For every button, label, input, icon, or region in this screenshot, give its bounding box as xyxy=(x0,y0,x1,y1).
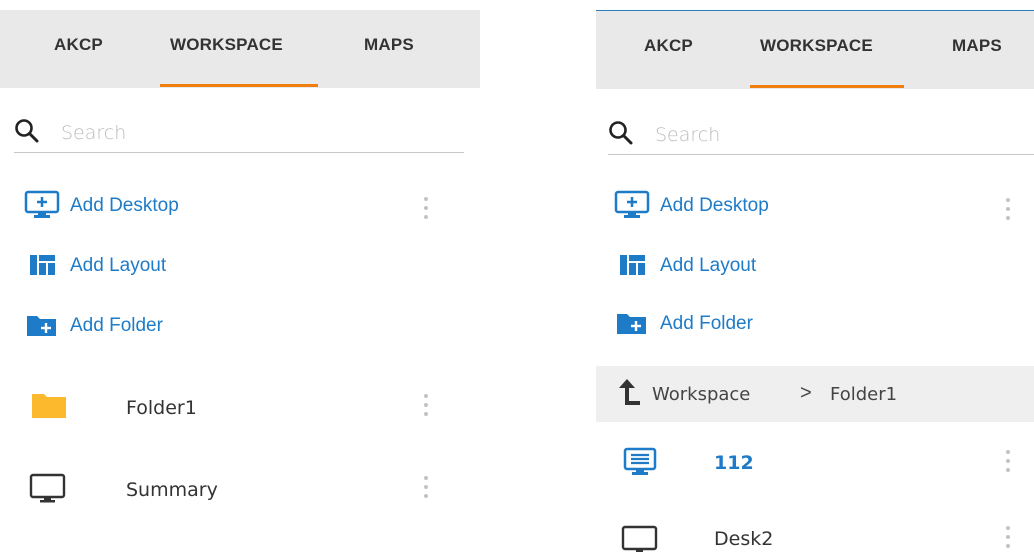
add-folder-icon xyxy=(617,314,646,334)
add-desktop-label: Add Desktop xyxy=(70,195,179,216)
breadcrumb-separator: > xyxy=(800,382,812,404)
tab-bar: AKCP WORKSPACE MAPS xyxy=(596,10,1034,89)
search-bar[interactable]: Search xyxy=(608,110,1034,155)
search-icon xyxy=(609,121,633,145)
search-input[interactable]: Search xyxy=(61,122,126,144)
list-item-desktop[interactable]: Summary xyxy=(0,464,480,514)
active-tab-indicator xyxy=(750,85,904,88)
tab-maps[interactable]: MAPS xyxy=(952,36,1002,56)
monitor-icon xyxy=(29,473,66,503)
add-folder-icon xyxy=(27,316,56,336)
list-item-desktop[interactable]: Desk2 xyxy=(596,514,1034,552)
add-folder-label: Add Folder xyxy=(70,315,163,336)
more-options-icon[interactable] xyxy=(1004,450,1012,476)
desktop-list-icon xyxy=(623,447,657,475)
tab-maps[interactable]: MAPS xyxy=(364,35,414,55)
workspace-panel-right: AKCP WORKSPACE MAPS Search Add Desktop A… xyxy=(596,0,1034,552)
list-item-desktop-selected[interactable]: 112 xyxy=(596,438,1034,488)
list-item-label: 112 xyxy=(714,452,754,474)
add-folder-button[interactable]: Add Folder xyxy=(614,308,914,340)
more-options-icon[interactable] xyxy=(422,394,430,420)
list-item-label: Folder1 xyxy=(126,397,197,419)
more-options-icon[interactable] xyxy=(422,476,430,502)
breadcrumb: Workspace > Folder1 xyxy=(596,366,1034,422)
more-options-icon[interactable] xyxy=(1004,526,1012,552)
add-desktop-icon xyxy=(24,190,60,218)
tab-akcp[interactable]: AKCP xyxy=(644,36,693,56)
tab-bar: AKCP WORKSPACE MAPS xyxy=(0,10,480,88)
add-layout-label: Add Layout xyxy=(660,255,757,276)
level-up-icon[interactable] xyxy=(616,377,644,411)
list-item-label: Summary xyxy=(126,479,218,501)
layout-icon xyxy=(30,255,55,275)
search-input[interactable]: Search xyxy=(655,124,720,146)
add-layout-button[interactable]: Add Layout xyxy=(24,250,324,282)
more-options-icon[interactable] xyxy=(1004,198,1012,224)
tab-akcp[interactable]: AKCP xyxy=(54,35,103,55)
search-icon xyxy=(15,119,39,143)
list-item-label: Desk2 xyxy=(714,528,774,550)
add-desktop-button[interactable]: Add Desktop xyxy=(614,190,914,222)
add-desktop-button[interactable]: Add Desktop xyxy=(24,190,324,222)
tab-workspace[interactable]: WORKSPACE xyxy=(170,35,283,55)
list-item-folder[interactable]: Folder1 xyxy=(0,382,480,432)
monitor-icon xyxy=(621,525,658,552)
search-bar[interactable]: Search xyxy=(14,108,464,153)
tab-workspace[interactable]: WORKSPACE xyxy=(760,36,873,56)
more-options-icon[interactable] xyxy=(422,197,430,223)
breadcrumb-current: Folder1 xyxy=(830,384,898,405)
workspace-panel-left: AKCP WORKSPACE MAPS Search Add Desktop A… xyxy=(0,0,480,552)
breadcrumb-parent[interactable]: Workspace xyxy=(652,384,750,405)
folder-icon xyxy=(32,394,66,418)
add-layout-label: Add Layout xyxy=(70,255,167,276)
add-layout-button[interactable]: Add Layout xyxy=(614,250,914,282)
active-tab-indicator xyxy=(160,84,318,87)
add-folder-button[interactable]: Add Folder xyxy=(24,310,324,342)
add-desktop-icon xyxy=(614,190,650,218)
layout-icon xyxy=(620,255,645,275)
add-folder-label: Add Folder xyxy=(660,313,753,334)
add-desktop-label: Add Desktop xyxy=(660,195,769,216)
